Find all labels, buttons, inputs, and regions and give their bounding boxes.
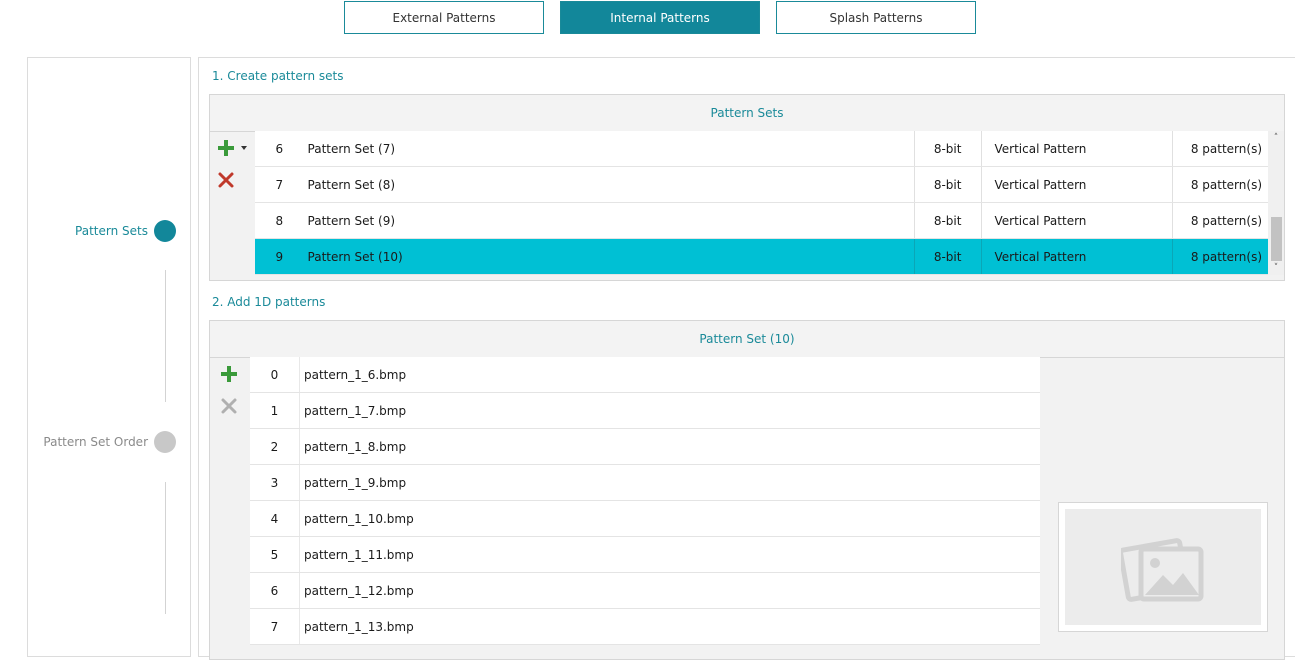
pattern-row[interactable]: 3 pattern_1_9.bmp (250, 465, 1040, 501)
bit-depth: 8-bit (915, 203, 982, 238)
tab-splash-patterns[interactable]: Splash Patterns (776, 1, 976, 34)
row-index: 6 (250, 573, 300, 608)
pattern-file-name: pattern_1_7.bmp (304, 403, 407, 418)
pattern-row[interactable]: 0 pattern_1_6.bmp (250, 357, 1040, 393)
chevron-up-icon[interactable]: ˄ (1268, 133, 1284, 143)
pattern-set-row[interactable]: 6 Pattern Set (7) 8-bit Vertical Pattern 8 p… (255, 131, 1268, 167)
pattern-count: 8 pattern(s) (1190, 249, 1262, 264)
step-label: Pattern Sets (75, 224, 148, 238)
pattern-row[interactable]: 4 pattern_1_10.bmp (250, 501, 1040, 537)
tab-internal-patterns[interactable]: Internal Patterns (560, 1, 760, 34)
row-index: 6 (275, 141, 284, 156)
pattern-type: Vertical Pattern (982, 167, 1173, 202)
step-pattern-set-order[interactable]: Pattern Set Order (40, 431, 176, 453)
row-index: 1 (250, 393, 300, 428)
pattern-file-name: pattern_1_6.bmp (304, 367, 407, 382)
row-index: 9 (275, 249, 284, 264)
bit-depth: 8-bit (915, 239, 982, 274)
step-connector (165, 482, 166, 614)
pattern-preview (1058, 502, 1268, 632)
row-index: 2 (250, 429, 300, 464)
step-indicator-inactive (154, 431, 176, 453)
pattern-type: Vertical Pattern (982, 239, 1173, 274)
add-pattern-set-button[interactable] (215, 137, 237, 159)
pattern-type: Vertical Pattern (982, 131, 1173, 166)
pattern-file-name: pattern_1_10.bmp (304, 511, 414, 526)
scrollbar-thumb[interactable] (1271, 217, 1282, 261)
row-index: 4 (250, 501, 300, 536)
section-title-add-patterns: 2. Add 1D patterns (212, 295, 326, 309)
row-index: 8 (275, 213, 284, 228)
pattern-file-name: pattern_1_11.bmp (304, 547, 414, 562)
section-title-create-sets: 1. Create pattern sets (212, 69, 344, 83)
caret-down-icon (241, 146, 247, 150)
pattern-sets-grid: Pattern Sets 6 Pattern Set (7) 8-bit Vertic… (209, 94, 1285, 281)
pattern-type: Vertical Pattern (982, 203, 1173, 238)
pattern-row[interactable]: 6 pattern_1_12.bmp (250, 573, 1040, 609)
pattern-sets-scrollbar[interactable]: ˄ ˅ (1268, 131, 1284, 275)
add-pattern-button[interactable] (218, 363, 240, 385)
delete-pattern-button[interactable] (218, 395, 240, 417)
bit-depth: 8-bit (915, 167, 982, 202)
pattern-set-name: Pattern Set (10) (304, 239, 915, 274)
pattern-file-name: pattern_1_9.bmp (304, 475, 407, 490)
step-indicator-active (154, 220, 176, 242)
step-navigator (27, 57, 191, 657)
step-pattern-sets[interactable]: Pattern Sets (40, 220, 176, 242)
pattern-count: 8 pattern(s) (1190, 213, 1262, 228)
x-icon-disabled (221, 398, 237, 414)
pattern-row[interactable]: 7 pattern_1_13.bmp (250, 609, 1040, 645)
preview-background (1065, 509, 1261, 625)
tab-external-patterns[interactable]: External Patterns (344, 1, 544, 34)
pattern-file-name: pattern_1_12.bmp (304, 583, 414, 598)
row-index: 7 (275, 177, 284, 192)
step-connector (165, 270, 166, 402)
pattern-set-name: Pattern Set (9) (304, 203, 915, 238)
pattern-file-name: pattern_1_8.bmp (304, 439, 407, 454)
x-icon (218, 172, 234, 188)
row-index: 7 (250, 609, 300, 644)
grid-header: Pattern Sets (210, 95, 1284, 132)
patterns-grid: Pattern Set (10) 0 pattern_1_6.bmp 1 patter… (209, 320, 1285, 660)
row-index: 0 (250, 357, 300, 392)
plus-icon (218, 140, 234, 156)
bit-depth: 8-bit (915, 131, 982, 166)
pattern-set-row[interactable]: 9 Pattern Set (10) 8-bit Vertical Pattern 8 … (255, 239, 1268, 275)
grid-header: Pattern Set (10) (210, 321, 1284, 358)
pattern-file-name: pattern_1_13.bmp (304, 619, 414, 634)
pattern-set-row[interactable]: 8 Pattern Set (9) 8-bit Vertical Pattern 8 p… (255, 203, 1268, 239)
pattern-count: 8 pattern(s) (1190, 141, 1262, 156)
plus-icon (221, 366, 237, 382)
pattern-set-row[interactable]: 7 Pattern Set (8) 8-bit Vertical Pattern 8 p… (255, 167, 1268, 203)
pattern-count: 8 pattern(s) (1190, 177, 1262, 192)
pattern-row[interactable]: 2 pattern_1_8.bmp (250, 429, 1040, 465)
add-options-dropdown[interactable] (238, 141, 250, 155)
row-index: 3 (250, 465, 300, 500)
row-index: 5 (250, 537, 300, 572)
step-label: Pattern Set Order (43, 435, 148, 449)
image-placeholder-icon (1121, 538, 1204, 602)
delete-pattern-set-button[interactable] (215, 169, 237, 191)
chevron-down-icon[interactable]: ˅ (1268, 263, 1284, 273)
pattern-set-name: Pattern Set (8) (304, 167, 915, 202)
pattern-set-name: Pattern Set (7) (304, 131, 915, 166)
pattern-row[interactable]: 1 pattern_1_7.bmp (250, 393, 1040, 429)
pattern-row[interactable]: 5 pattern_1_11.bmp (250, 537, 1040, 573)
